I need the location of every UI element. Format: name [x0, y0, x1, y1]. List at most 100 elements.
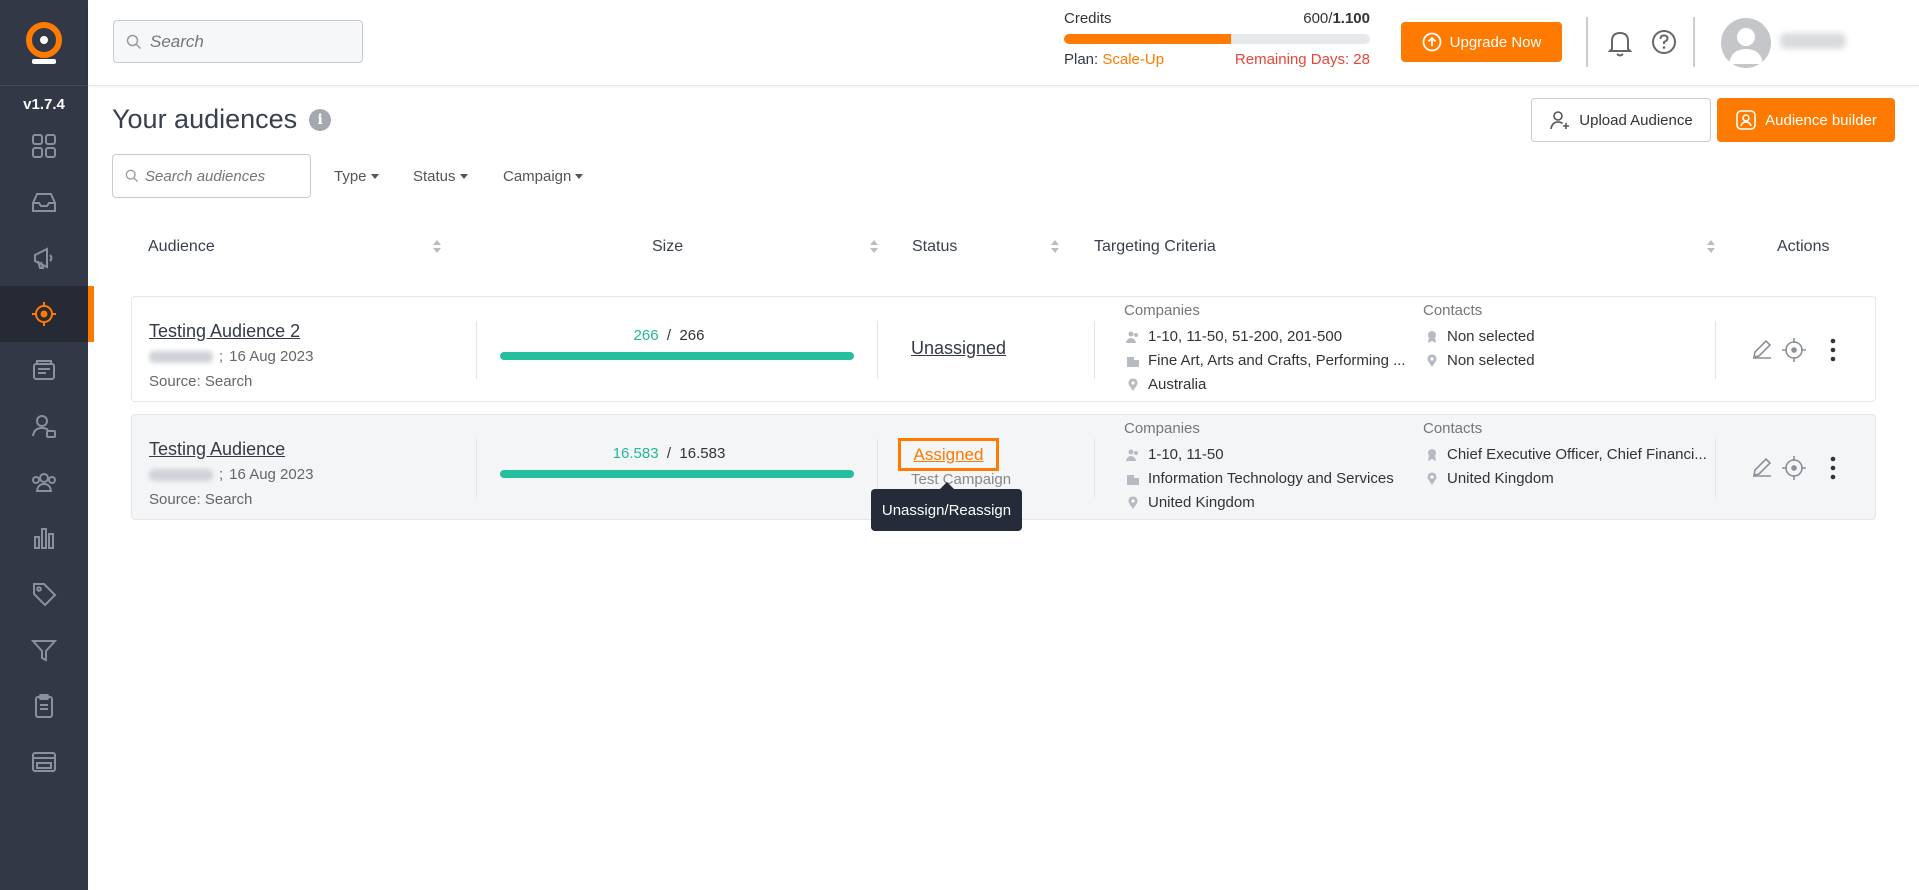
divider	[476, 321, 477, 379]
divider	[1094, 439, 1095, 497]
column-header-status[interactable]: Status	[912, 238, 957, 256]
arrow-up-circle-icon	[1422, 32, 1442, 52]
companies-label: Companies	[1124, 302, 1200, 319]
location-pin-icon	[1128, 495, 1138, 509]
size-progress-fill	[500, 352, 854, 360]
brand-logo-icon	[26, 21, 62, 64]
filter-type[interactable]: Type	[334, 168, 379, 185]
location-pin-icon	[1427, 353, 1437, 367]
nav-companies[interactable]	[0, 342, 88, 398]
username-blurred[interactable]	[1780, 33, 1846, 49]
nav-contacts[interactable]	[0, 398, 88, 454]
sort-icon[interactable]	[869, 240, 879, 256]
inbox-icon	[32, 193, 56, 212]
credits-progress-fill	[1064, 34, 1231, 44]
nav-team[interactable]	[0, 454, 88, 510]
help-icon[interactable]	[1650, 28, 1678, 56]
target-icon[interactable]	[1781, 337, 1807, 363]
nav-analytics[interactable]	[0, 510, 88, 566]
divider	[1586, 17, 1588, 67]
filter-status[interactable]: Status	[413, 168, 468, 185]
team-users-icon	[32, 473, 56, 492]
column-header-size[interactable]: Size	[652, 238, 683, 256]
target-icon[interactable]	[1781, 455, 1807, 481]
tag-icon	[33, 583, 57, 607]
plan-info: Plan: Scale-Up	[1064, 51, 1165, 68]
status-assigned-link[interactable]: Assigned	[898, 438, 999, 471]
size-progress-fill	[500, 470, 854, 478]
column-header-audience[interactable]: Audience	[148, 238, 215, 256]
chevron-down-icon	[459, 174, 468, 179]
plan-name: Scale-Up	[1102, 51, 1165, 68]
nav-audiences[interactable]	[0, 286, 94, 342]
size-progress-bar	[500, 470, 854, 478]
upgrade-label: Upgrade Now	[1449, 33, 1542, 51]
search-icon	[125, 169, 139, 183]
audience-search-input[interactable]	[145, 167, 305, 185]
global-search[interactable]	[113, 20, 363, 63]
contact-location-criteria: United Kingdom	[1425, 470, 1554, 487]
audience-builder-icon	[1736, 110, 1756, 130]
owner-blurred	[149, 350, 213, 363]
status-unassigned-link[interactable]: Unassigned	[911, 338, 1006, 359]
nav-campaigns[interactable]	[0, 230, 88, 286]
company-industry-criteria: Information Technology and Services	[1126, 470, 1394, 487]
nav-funnel[interactable]	[0, 622, 88, 678]
audience-search[interactable]	[112, 154, 311, 198]
nav-inbox[interactable]	[0, 174, 88, 230]
company-size-criteria: 1-10, 11-50	[1126, 446, 1224, 463]
nav-crm[interactable]	[0, 734, 88, 790]
unassign-reassign-tooltip: Unassign/Reassign	[871, 482, 1022, 531]
nav-dashboard[interactable]	[0, 118, 88, 174]
companies-label: Companies	[1124, 420, 1200, 437]
app-version: v1.7.4	[23, 96, 65, 113]
audience-size: 16.583 / 16.583	[612, 445, 726, 462]
analytics-bars-icon	[34, 528, 54, 549]
filter-campaign[interactable]: Campaign	[503, 168, 584, 185]
nav-reports[interactable]	[0, 678, 88, 734]
audience-name-link[interactable]: Testing Audience	[149, 439, 285, 460]
edit-pencil-icon[interactable]	[1750, 337, 1774, 361]
funnel-icon	[30, 640, 58, 662]
upload-audience-label: Upload Audience	[1579, 111, 1693, 129]
audience-source: Source: Search	[149, 373, 253, 390]
people-icon	[1126, 449, 1138, 461]
column-header-targeting[interactable]: Targeting Criteria	[1094, 238, 1216, 256]
more-vertical-icon[interactable]	[1829, 337, 1837, 363]
more-vertical-icon[interactable]	[1829, 455, 1837, 481]
divider	[1094, 321, 1095, 379]
remaining-days: Remaining Days: 28	[1234, 51, 1370, 68]
campaign-megaphone-icon	[34, 247, 53, 269]
company-location-criteria: Australia	[1126, 376, 1206, 393]
contact-title-criteria: Non selected	[1425, 328, 1535, 345]
search-icon	[126, 34, 142, 49]
audience-name-link[interactable]: Testing Audience 2	[149, 321, 300, 342]
global-search-input[interactable]	[150, 31, 350, 52]
logo[interactable]	[0, 0, 88, 86]
audience-size: 266 / 266	[633, 327, 705, 344]
bell-icon[interactable]	[1606, 28, 1634, 58]
sort-icon[interactable]	[1050, 240, 1060, 256]
dashboard-grid-icon	[32, 134, 56, 158]
upload-audience-button[interactable]: Upload Audience	[1531, 98, 1711, 142]
avatar[interactable]	[1721, 18, 1771, 68]
sort-icon[interactable]	[432, 240, 442, 256]
contacts-label: Contacts	[1423, 420, 1483, 437]
divider	[877, 321, 878, 379]
edit-pencil-icon[interactable]	[1750, 455, 1774, 479]
contact-title-criteria: Chief Executive Officer, Chief Financi..…	[1425, 446, 1707, 463]
info-icon[interactable]: i	[309, 108, 332, 131]
table-row: Testing Audience 2 ; 16 Aug 2023 Source: …	[131, 296, 1876, 402]
audience-builder-button[interactable]: Audience builder	[1717, 98, 1895, 142]
column-header-actions: Actions	[1777, 238, 1830, 255]
nav-tags[interactable]	[0, 566, 88, 622]
company-size-criteria: 1-10, 11-50, 51-200, 201-500	[1126, 328, 1342, 345]
upgrade-now-button[interactable]: Upgrade Now	[1401, 22, 1562, 62]
chevron-down-icon	[575, 174, 584, 179]
sort-icon[interactable]	[1706, 240, 1716, 256]
credits-progress-bar	[1064, 34, 1370, 44]
page-title: Your audiences i	[112, 104, 332, 135]
credits-label: Credits	[1064, 10, 1112, 27]
credits-count: 600/1.100	[1303, 10, 1370, 27]
user-plus-icon	[1550, 111, 1570, 130]
